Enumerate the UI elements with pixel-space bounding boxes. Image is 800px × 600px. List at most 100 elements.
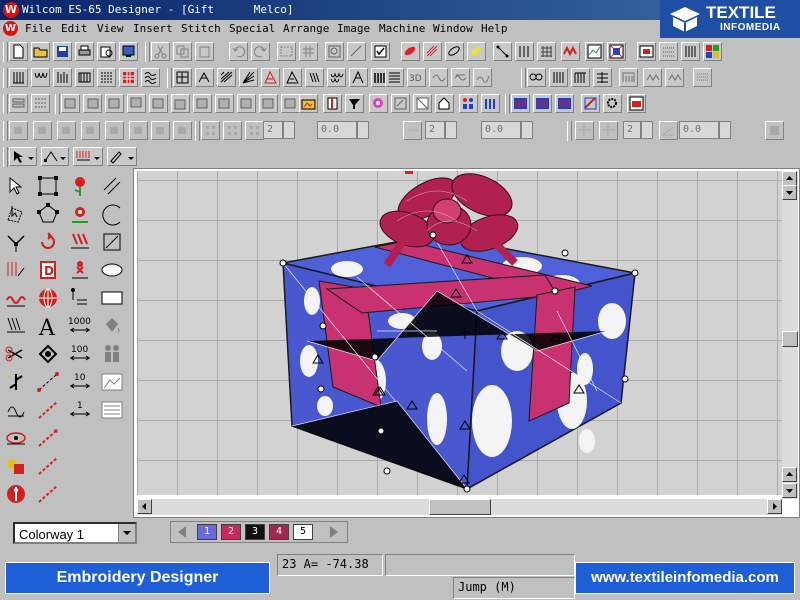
menu-stitch[interactable]: Stitch <box>181 22 221 35</box>
appliqué-button[interactable] <box>349 68 368 87</box>
sequence-button[interactable] <box>511 94 530 113</box>
palette-next-button[interactable] <box>327 524 341 543</box>
spin-value-4[interactable]: 0.0 <box>481 121 521 139</box>
horizontal-scrollbar[interactable] <box>137 499 782 515</box>
print-button[interactable] <box>75 42 94 61</box>
program-split-button[interactable] <box>75 68 94 87</box>
menu-machine[interactable]: Machine <box>379 22 425 35</box>
sequin-button[interactable] <box>305 68 324 87</box>
zigzag-button[interactable] <box>665 68 684 87</box>
align-middle-button[interactable] <box>149 94 168 113</box>
knife-tool[interactable] <box>4 342 30 366</box>
picture-tool[interactable] <box>100 370 126 394</box>
spin-value-1[interactable]: 2 <box>263 121 283 139</box>
space-evenly-button[interactable] <box>193 94 212 113</box>
outline-tool[interactable] <box>4 398 30 422</box>
app-logo-icon[interactable]: W <box>3 2 19 18</box>
fancy-fill-button[interactable] <box>53 68 72 87</box>
contour-button[interactable] <box>429 68 448 87</box>
move-tool[interactable] <box>575 121 594 140</box>
hoop-button[interactable] <box>325 42 344 61</box>
jump-line-tool[interactable] <box>36 398 62 422</box>
team-names-button[interactable] <box>481 94 500 113</box>
transform-tool-1[interactable] <box>9 121 28 140</box>
apply-transform-button[interactable] <box>765 121 784 140</box>
ellipse-tool[interactable] <box>100 258 126 282</box>
auto-fabric-tool[interactable] <box>4 286 30 310</box>
needle-tool[interactable] <box>4 482 30 506</box>
digitize-tool[interactable]: D <box>36 258 62 282</box>
transform-tool-4[interactable] <box>81 121 100 140</box>
appliqué-tool[interactable] <box>68 202 94 226</box>
shape-edit-tool[interactable] <box>100 230 126 254</box>
rectangle-tool[interactable] <box>100 286 126 310</box>
stitch-count-100[interactable]: 100 <box>68 342 94 366</box>
transform-tool-8[interactable] <box>173 121 192 140</box>
paint-bucket-tool[interactable] <box>100 314 126 338</box>
photo-flash-button[interactable] <box>283 68 302 87</box>
swatch-4[interactable]: 4 <box>269 524 289 540</box>
select-object-dropdown[interactable] <box>9 147 37 166</box>
wave-effect-button[interactable] <box>451 68 470 87</box>
transform-tool-6[interactable] <box>129 121 148 140</box>
diagonal-lines-tool[interactable] <box>100 174 126 198</box>
outline-effect-button[interactable] <box>473 68 492 87</box>
menu-file[interactable]: File <box>25 22 52 35</box>
reshape-tool[interactable] <box>4 230 30 254</box>
filter-button[interactable] <box>345 94 364 113</box>
document-icon[interactable]: W <box>3 21 18 36</box>
sequin-tool[interactable] <box>4 426 30 450</box>
undo-button[interactable] <box>229 42 248 61</box>
spin-arrows-1[interactable] <box>283 121 295 139</box>
show-all-button[interactable] <box>703 42 722 61</box>
measure-button[interactable] <box>347 42 366 61</box>
pattern-run-tool[interactable] <box>68 286 94 310</box>
lines-button[interactable] <box>385 68 404 87</box>
design-canvas[interactable] <box>137 171 782 495</box>
3d-button[interactable]: 3D <box>407 68 426 87</box>
scroll-left-button[interactable] <box>137 499 152 514</box>
make-same-height-button[interactable] <box>281 94 300 113</box>
space-vertical-button[interactable] <box>215 94 234 113</box>
show-fabric-button[interactable] <box>659 42 678 61</box>
show-outlines-button[interactable] <box>423 42 442 61</box>
new-button[interactable] <box>9 42 28 61</box>
color-tool[interactable] <box>4 454 30 478</box>
show-design-button[interactable] <box>681 42 700 61</box>
trapunto-button[interactable] <box>195 68 214 87</box>
edit-tools-dropdown[interactable] <box>107 147 137 166</box>
show-artwork-button[interactable] <box>445 42 464 61</box>
blackwork-button[interactable] <box>173 68 192 87</box>
people-button[interactable] <box>459 94 478 113</box>
mirror-button[interactable] <box>369 94 388 113</box>
scroll-up-button[interactable] <box>782 171 797 186</box>
transform-tool-2[interactable] <box>33 121 52 140</box>
angle-tool[interactable] <box>659 121 678 140</box>
e-stitch-button[interactable] <box>693 68 712 87</box>
horizontal-scroll-thumb[interactable] <box>429 499 491 515</box>
stitch-edit-tool[interactable] <box>4 258 30 282</box>
palette-prev-button[interactable] <box>175 524 189 543</box>
menu-help[interactable]: Help <box>481 22 508 35</box>
triple-line-tool[interactable] <box>36 426 62 450</box>
align-center-button[interactable] <box>83 94 102 113</box>
vertical-scrollbar[interactable] <box>782 171 798 499</box>
align-left-button[interactable] <box>61 94 80 113</box>
reshape-dropdown[interactable] <box>41 147 69 166</box>
select-area-tool[interactable] <box>36 174 62 198</box>
spin-arrows-6[interactable] <box>719 121 731 139</box>
stop-line-tool[interactable] <box>36 482 62 506</box>
menu-insert[interactable]: Insert <box>133 22 173 35</box>
spin-value-3[interactable]: 2 <box>425 121 445 139</box>
cross-stitch-button[interactable] <box>119 68 138 87</box>
align-top-button[interactable] <box>127 94 146 113</box>
stitch-density-button[interactable] <box>585 42 604 61</box>
chenille-button[interactable] <box>327 68 346 87</box>
menu-arrange[interactable]: Arrange <box>283 22 329 35</box>
spin-value-5[interactable]: 2 <box>623 121 641 139</box>
stitch-type-dropdown[interactable] <box>73 147 103 166</box>
appliqué-tool-button[interactable] <box>9 94 28 113</box>
print-preview-button[interactable] <box>97 42 116 61</box>
stitch-list-button[interactable] <box>627 94 646 113</box>
spin-arrows-4[interactable] <box>521 121 533 139</box>
